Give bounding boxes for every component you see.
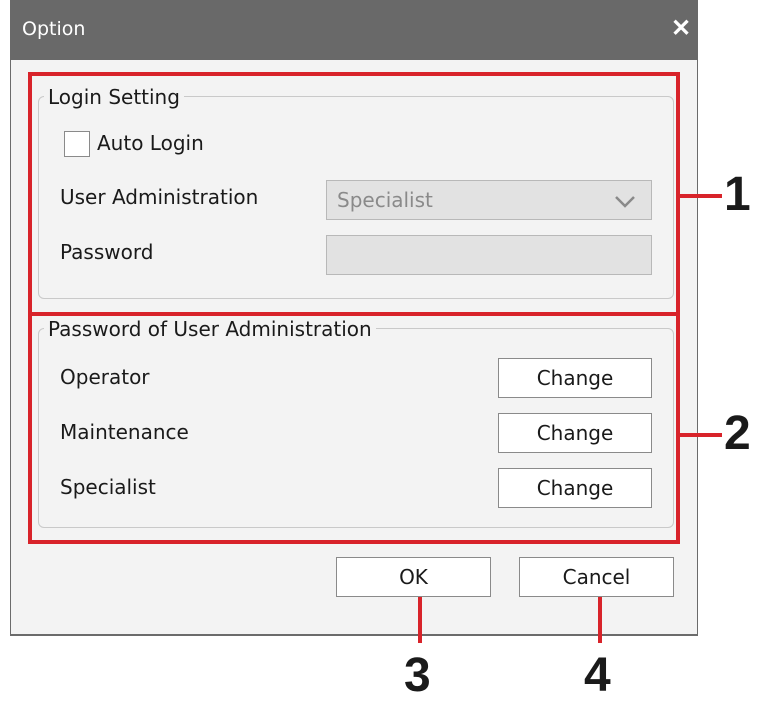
annotation-box-1 <box>28 72 680 316</box>
annotation-box-2 <box>28 312 680 544</box>
callout-1: 1 <box>724 168 751 221</box>
dialog-title: Option <box>22 18 86 40</box>
callout-line-2 <box>680 433 722 437</box>
title-bar: Option ✕ <box>10 0 698 60</box>
callout-2: 2 <box>724 407 751 460</box>
callout-line-3 <box>418 597 422 643</box>
ok-button[interactable]: OK <box>336 557 491 597</box>
cancel-button[interactable]: Cancel <box>519 557 674 597</box>
callout-4: 4 <box>584 649 611 702</box>
callout-line-1 <box>680 194 722 198</box>
callout-3: 3 <box>404 649 431 702</box>
callout-line-4 <box>598 597 602 643</box>
close-icon[interactable]: ✕ <box>666 14 696 44</box>
